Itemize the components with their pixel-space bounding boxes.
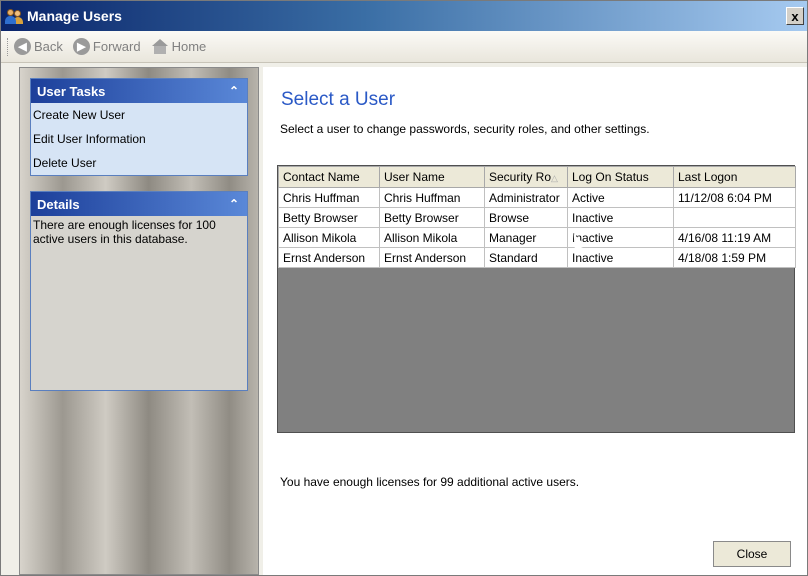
title-bar: Manage Users x bbox=[1, 1, 807, 31]
cell-user-name: Allison Mikola bbox=[379, 227, 485, 248]
column-header-log-on-status[interactable]: Log On Status bbox=[567, 166, 674, 188]
cell-security-role: Manager bbox=[484, 227, 568, 248]
cell-user-name: Ernst Anderson bbox=[379, 247, 485, 268]
window-close-button[interactable]: x bbox=[786, 7, 804, 25]
back-button[interactable]: ◀ Back bbox=[14, 38, 63, 55]
users-table: Contact Name User Name Security Ro△ Log … bbox=[278, 166, 796, 268]
details-header[interactable]: Details ⌃ bbox=[31, 192, 247, 216]
cell-last-logon bbox=[673, 207, 796, 228]
back-arrow-icon: ◀ bbox=[14, 38, 31, 55]
page-subtitle: Select a user to change passwords, secur… bbox=[280, 122, 650, 136]
forward-label: Forward bbox=[92, 39, 141, 54]
cell-security-role: Browse bbox=[484, 207, 568, 228]
table-row[interactable]: Ernst Anderson Ernst Anderson Standard I… bbox=[278, 247, 796, 268]
delete-user-link[interactable]: Delete User bbox=[31, 151, 247, 175]
close-button[interactable]: Close bbox=[713, 541, 791, 567]
cell-contact-name: Chris Huffman bbox=[278, 187, 380, 208]
chevron-up-icon[interactable]: ⌃ bbox=[229, 84, 239, 98]
table-row[interactable]: Betty Browser Betty Browser Browse Inact… bbox=[278, 207, 796, 228]
user-tasks-title: User Tasks bbox=[37, 83, 106, 99]
home-label: Home bbox=[171, 39, 207, 54]
table-row[interactable]: Allison Mikola Allison Mikola Manager In… bbox=[278, 227, 796, 248]
table-row[interactable]: Chris Huffman Chris Huffman Administrato… bbox=[278, 187, 796, 208]
cell-last-logon: 4/18/08 1:59 PM bbox=[673, 247, 796, 268]
license-status-text: You have enough licenses for 99 addition… bbox=[280, 475, 580, 489]
users-icon bbox=[5, 7, 23, 25]
forward-arrow-icon: ▶ bbox=[72, 38, 90, 55]
cell-contact-name: Betty Browser bbox=[278, 207, 380, 228]
cell-security-role: Standard bbox=[484, 247, 568, 268]
cell-user-name: Chris Huffman bbox=[379, 187, 485, 208]
create-new-user-link[interactable]: Create New User bbox=[31, 103, 247, 127]
details-panel: Details ⌃ There are enough licenses for … bbox=[30, 191, 248, 391]
column-header-last-logon[interactable]: Last Logon bbox=[673, 166, 796, 188]
main-content: Select a User Select a user to change pa… bbox=[263, 67, 807, 575]
manage-users-window: Manage Users x ◀ Back ▶ Forward Home Use… bbox=[0, 0, 808, 576]
home-button[interactable]: Home bbox=[151, 38, 207, 55]
cell-last-logon: 11/12/08 6:04 PM bbox=[673, 187, 796, 208]
user-tasks-header[interactable]: User Tasks ⌃ bbox=[31, 79, 247, 103]
cell-contact-name: Ernst Anderson bbox=[278, 247, 380, 268]
column-header-contact-name[interactable]: Contact Name bbox=[278, 166, 380, 188]
cell-log-on-status: Inactive bbox=[567, 247, 674, 268]
forward-button[interactable]: ▶ Forward bbox=[72, 38, 141, 55]
navigation-toolbar: ◀ Back ▶ Forward Home bbox=[1, 31, 807, 63]
home-icon bbox=[151, 38, 169, 55]
security-role-header-label: Security Ro bbox=[489, 170, 552, 184]
details-title: Details bbox=[37, 196, 80, 212]
window-title: Manage Users bbox=[27, 8, 122, 24]
column-header-user-name[interactable]: User Name bbox=[379, 166, 485, 188]
details-text: There are enough licenses for 100 active… bbox=[33, 218, 216, 246]
edit-user-information-link[interactable]: Edit User Information bbox=[31, 127, 247, 151]
toolbar-grip[interactable] bbox=[7, 37, 10, 56]
sidebar: User Tasks ⌃ Create New User Edit User I… bbox=[19, 67, 259, 575]
cell-contact-name: Allison Mikola bbox=[278, 227, 380, 248]
page-title: Select a User bbox=[281, 89, 396, 110]
cell-log-on-status: Active bbox=[567, 187, 674, 208]
chevron-up-icon[interactable]: ⌃ bbox=[229, 197, 239, 211]
user-tasks-panel: User Tasks ⌃ Create New User Edit User I… bbox=[30, 78, 248, 176]
cell-log-on-status: Inactive bbox=[567, 207, 674, 228]
column-header-security-role[interactable]: Security Ro△ bbox=[484, 166, 568, 188]
table-header-row: Contact Name User Name Security Ro△ Log … bbox=[278, 166, 796, 188]
users-grid[interactable]: Contact Name User Name Security Ro△ Log … bbox=[277, 165, 796, 433]
cell-user-name: Betty Browser bbox=[379, 207, 485, 228]
sort-ascending-icon: △ bbox=[551, 173, 558, 183]
cell-last-logon: 4/16/08 11:19 AM bbox=[673, 227, 796, 248]
back-label: Back bbox=[34, 39, 63, 54]
cell-security-role: Administrator bbox=[484, 187, 568, 208]
